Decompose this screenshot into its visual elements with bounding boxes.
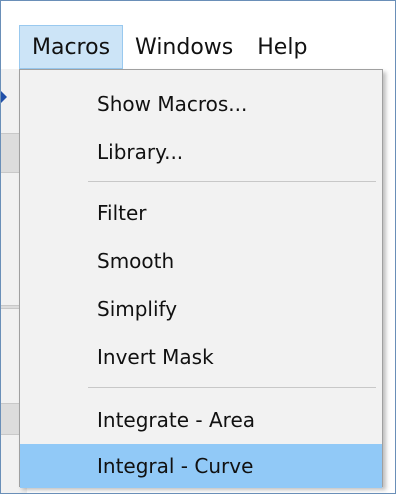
menu-item-filter[interactable]: Filter [20,191,382,235]
menu-separator [88,181,376,182]
menu-item-label: Simplify [97,297,178,321]
triangle-marker-icon [1,91,7,103]
menu-item-integral-curve[interactable]: Integral - Curve [20,444,382,488]
menu-macros[interactable]: Macros [19,25,124,69]
menu-item-simplify[interactable]: Simplify [20,287,382,331]
menu-item-invert-mask[interactable]: Invert Mask [20,335,382,379]
menu-item-label: Smooth [97,249,175,273]
menu-item-label: Library... [97,140,184,164]
menu-item-label: Integrate - Area [97,408,255,432]
menu-help[interactable]: Help [245,25,319,69]
menu-item-library[interactable]: Library... [20,130,382,174]
macros-dropdown-menu: Show Macros... Library... Filter Smooth … [19,69,383,488]
screenshot-frame: Macros Windows Help Show Macros... Libra… [0,0,396,494]
menu-item-show-macros[interactable]: Show Macros... [20,82,382,126]
menu-item-integrate-area[interactable]: Integrate - Area [20,398,382,442]
menu-item-label: Show Macros... [97,92,248,116]
menu-item-smooth[interactable]: Smooth [20,239,382,283]
menu-separator [88,387,376,388]
menu-bar: Macros Windows Help [19,25,395,69]
menu-item-label: Filter [97,201,147,225]
menu-item-label: Integral - Curve [97,454,254,478]
menu-item-label: Invert Mask [97,345,214,369]
menu-windows[interactable]: Windows [123,25,245,69]
